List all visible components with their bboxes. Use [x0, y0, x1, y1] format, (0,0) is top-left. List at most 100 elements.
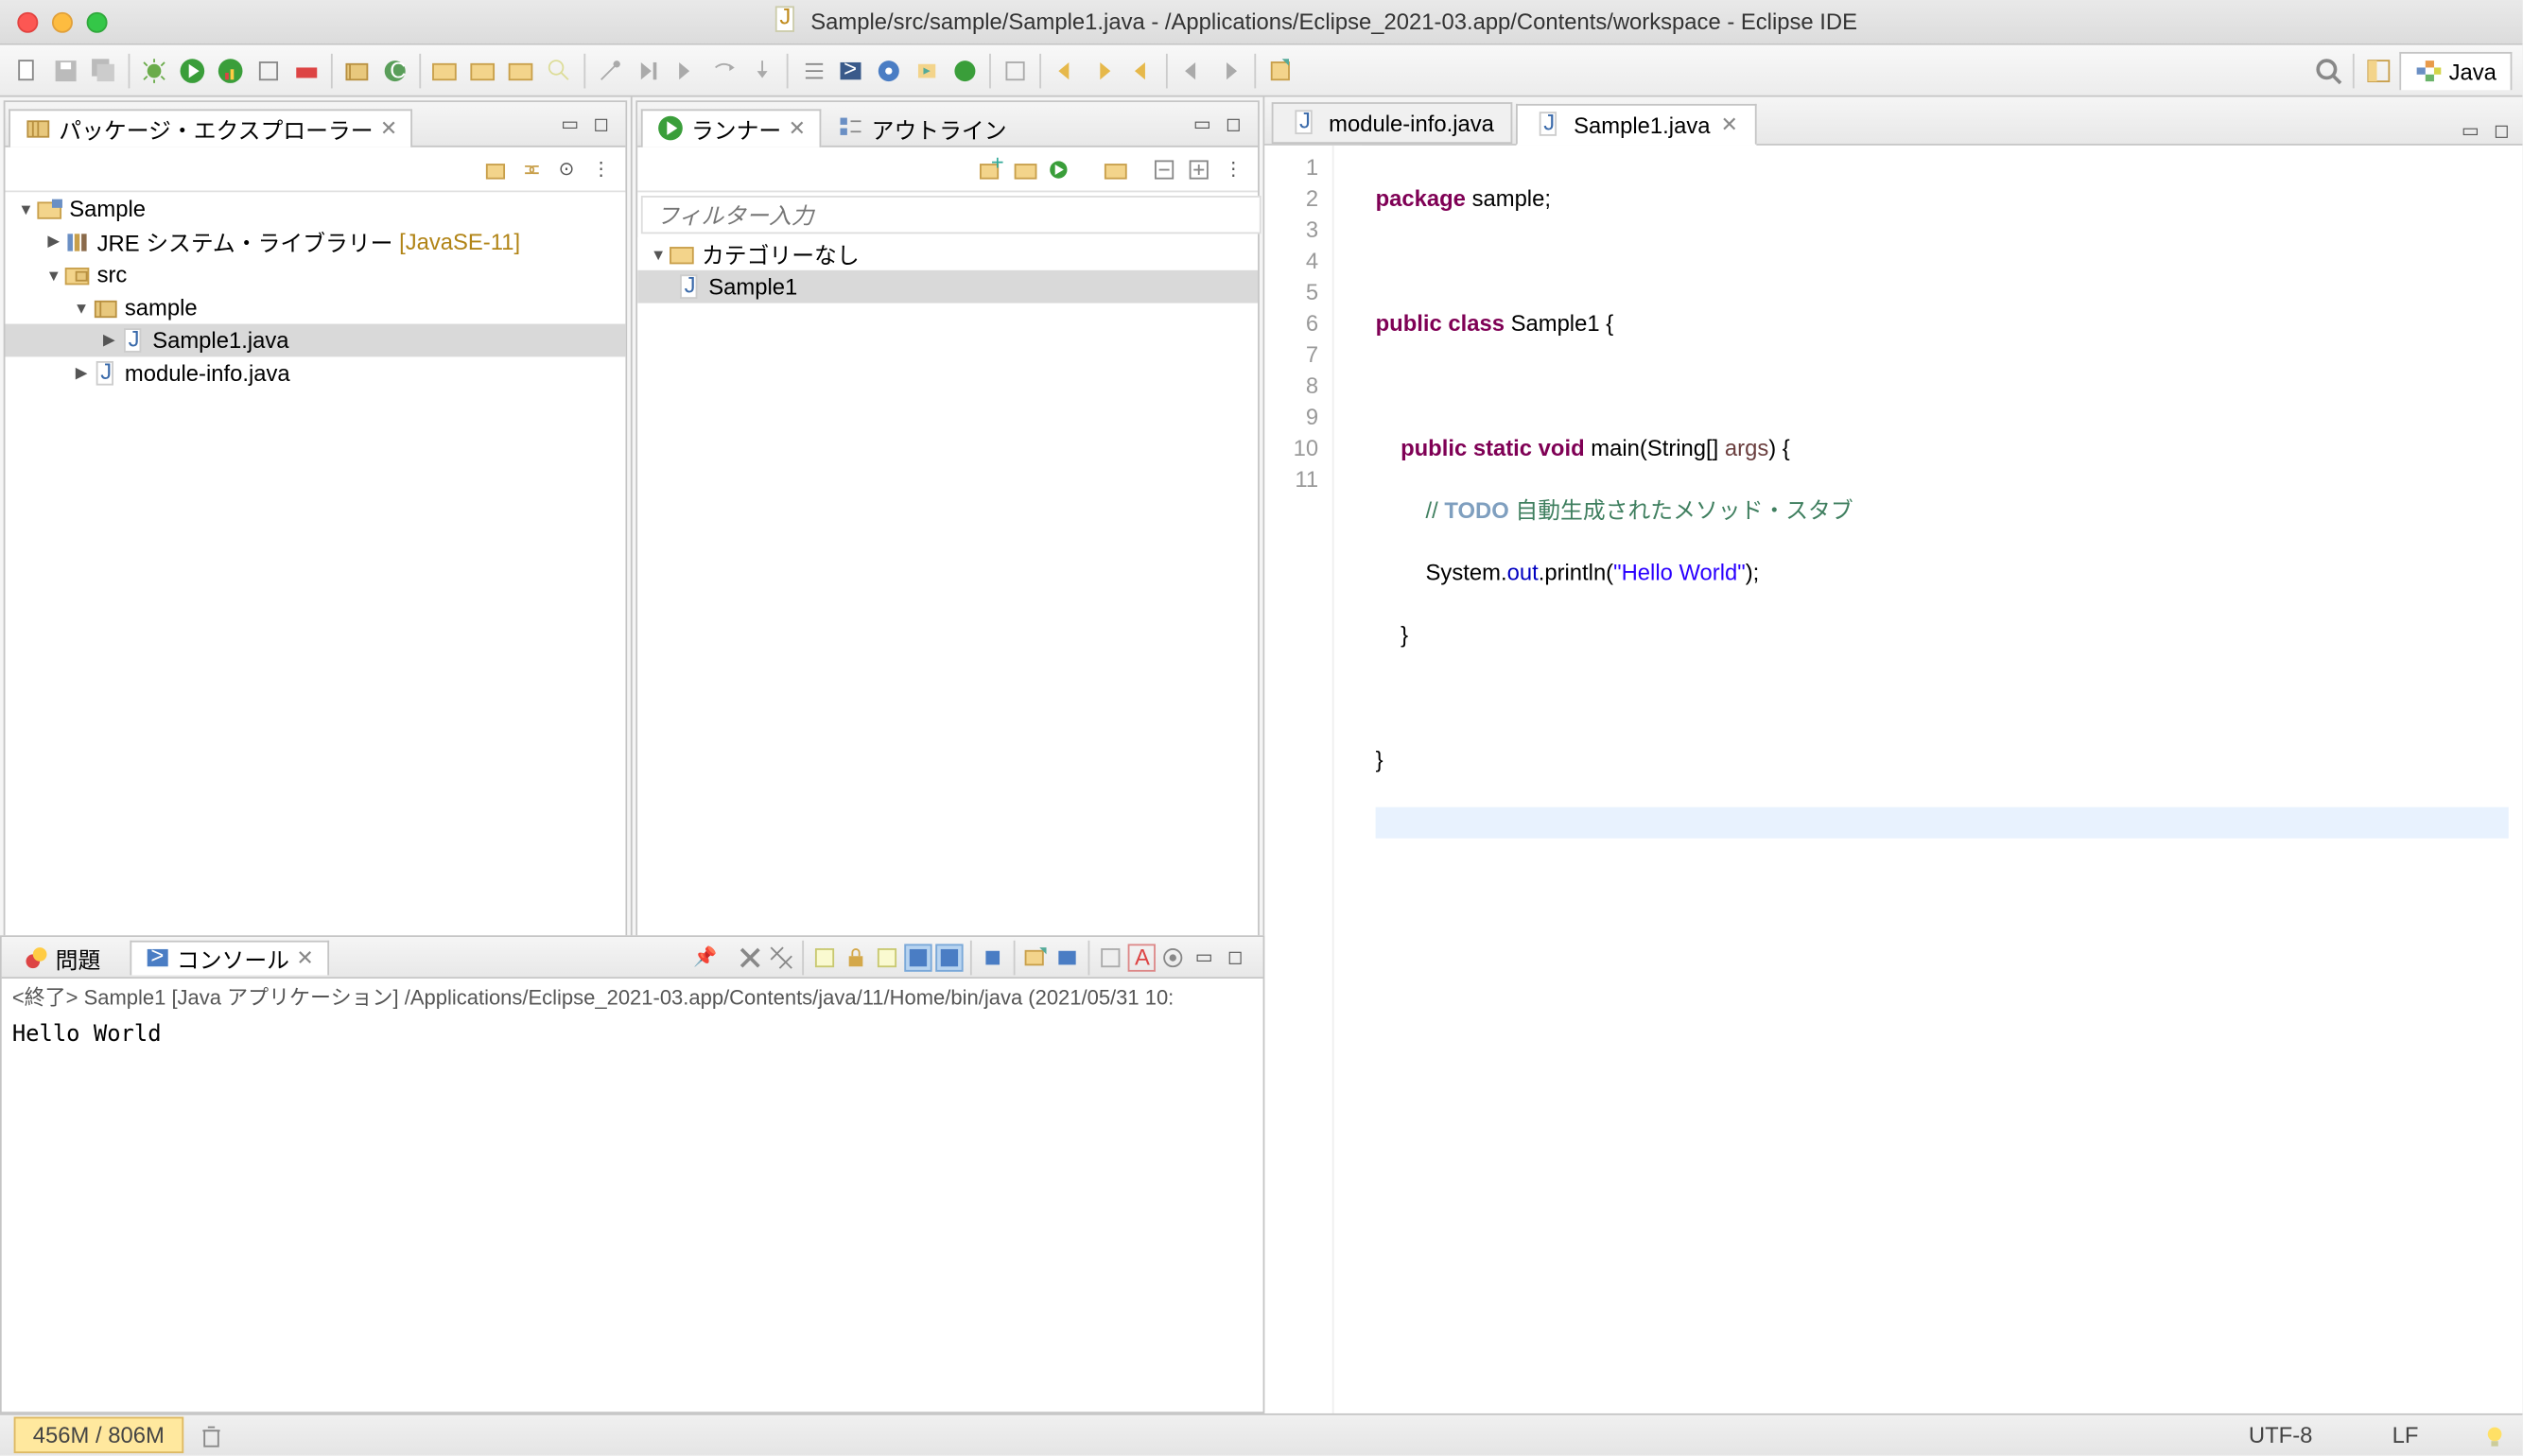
outline-tab[interactable]: アウトライン [822, 109, 1023, 147]
maximize-view-icon[interactable]: ◻ [1220, 110, 1247, 137]
close-icon[interactable]: ✕ [789, 116, 806, 141]
new-icon[interactable] [10, 53, 45, 88]
task-icon[interactable] [998, 53, 1033, 88]
wand-icon[interactable] [593, 53, 628, 88]
debug-icon[interactable] [137, 53, 172, 88]
search-icon[interactable] [542, 53, 577, 88]
maximize-view-icon[interactable]: ◻ [587, 110, 615, 137]
nav-back2-icon[interactable] [1124, 53, 1159, 88]
package-node-icon [92, 294, 119, 321]
tree-package[interactable]: ▼ sample [5, 291, 625, 324]
folder2-icon[interactable] [466, 53, 501, 88]
tip-lightbulb-icon[interactable] [2480, 1421, 2508, 1448]
run-last-icon[interactable] [252, 53, 287, 88]
gear-icon[interactable] [871, 53, 906, 88]
open-perspective-icon[interactable] [2360, 53, 2395, 88]
console-output[interactable]: Hello World [2, 1015, 1263, 1413]
new-launch-icon[interactable]: + [977, 155, 1004, 182]
nav-back-icon[interactable] [1048, 53, 1083, 88]
pin-console-icon[interactable]: 📌 [691, 944, 719, 971]
skip2-icon[interactable] [669, 53, 704, 88]
show-console-on-stderr-icon[interactable] [935, 944, 963, 971]
new-class-icon[interactable]: C [377, 53, 412, 88]
link-icon[interactable] [1102, 155, 1129, 182]
save-all-icon[interactable] [87, 53, 122, 88]
problems-tab[interactable]: 問題 [9, 940, 116, 975]
history-back-icon[interactable] [1174, 53, 1209, 88]
open-folder-icon[interactable] [1012, 155, 1039, 182]
nav-fwd-icon[interactable] [1087, 53, 1122, 88]
tree-moduleinfo[interactable]: ▶ J module-info.java [5, 356, 625, 390]
display-selected-icon[interactable] [1053, 944, 1081, 971]
remove-all-icon[interactable] [768, 944, 795, 971]
coverage-icon[interactable] [213, 53, 248, 88]
fullscreen-window-button[interactable] [87, 11, 108, 32]
skip-icon[interactable] [631, 53, 666, 88]
maximize-console-icon[interactable]: ◻ [1222, 944, 1249, 971]
minimize-view-icon[interactable]: ▭ [556, 110, 583, 137]
terminal-icon[interactable]: > [833, 53, 868, 88]
minimize-view-icon[interactable]: ▭ [1189, 110, 1216, 137]
view-menu-icon[interactable]: ⋮ [587, 155, 615, 182]
linesep-status[interactable]: LF [2392, 1422, 2419, 1447]
ext-tools-icon[interactable] [289, 53, 324, 88]
runner-item[interactable]: J Sample1 [637, 270, 1258, 303]
gc-trash-icon[interactable] [198, 1421, 225, 1448]
minimize-console-icon[interactable]: ▭ [1191, 944, 1218, 971]
expand-icon[interactable] [1185, 155, 1212, 182]
quick-access-icon[interactable] [2310, 53, 2345, 88]
clear-console-icon[interactable] [810, 944, 838, 971]
open-console-icon[interactable] [1022, 944, 1050, 971]
close-tab-icon[interactable]: ✕ [1720, 113, 1737, 137]
runner-filter-input[interactable] [641, 196, 1262, 234]
runner-category[interactable]: ▼ カテゴリーなし [637, 237, 1258, 270]
close-icon[interactable]: ✕ [380, 116, 397, 141]
history-fwd-icon[interactable] [1212, 53, 1247, 88]
close-window-button[interactable] [17, 11, 38, 32]
runner-tab[interactable]: ランナー ✕ [641, 109, 822, 147]
tree-sample1[interactable]: ▶ J Sample1.java [5, 324, 625, 357]
package-explorer-tab[interactable]: パッケージ・エクスプローラー ✕ [9, 109, 413, 147]
console-tab[interactable]: > コンソール ✕ [130, 940, 329, 975]
export-icon[interactable] [948, 53, 983, 88]
console-settings-icon[interactable] [1159, 944, 1187, 971]
view-menu-icon[interactable]: ⋮ [1220, 155, 1247, 182]
run-icon[interactable] [175, 53, 210, 88]
tree-project[interactable]: ▼ Sample [5, 192, 625, 225]
new-console-icon[interactable] [1097, 944, 1124, 971]
save-icon[interactable] [48, 53, 83, 88]
show-console-on-stdout-icon[interactable] [904, 944, 931, 971]
pin-editor-icon[interactable] [1263, 53, 1298, 88]
new-package-icon[interactable] [339, 53, 374, 88]
link-editor-icon[interactable] [518, 155, 546, 182]
tree-src[interactable]: ▼ src [5, 258, 625, 291]
terminate-icon[interactable] [979, 944, 1006, 971]
collapse-icon[interactable] [1150, 155, 1177, 182]
editor-tab-sample1[interactable]: J Sample1.java ✕ [1517, 104, 1757, 146]
editor-tab-moduleinfo[interactable]: J module-info.java [1272, 102, 1513, 144]
close-icon[interactable]: ✕ [296, 945, 313, 970]
heap-status[interactable]: 456M / 806M [14, 1417, 183, 1453]
word-wrap-icon[interactable] [873, 944, 900, 971]
code-area[interactable]: package sample; public class Sample1 { p… [1362, 146, 2522, 1413]
java-perspective-button[interactable]: Java [2398, 51, 2512, 89]
minimize-window-button[interactable] [52, 11, 73, 32]
collapse-all-icon[interactable] [483, 155, 511, 182]
maximize-editor-icon[interactable]: ◻ [2488, 116, 2515, 144]
stepover-icon[interactable] [706, 53, 741, 88]
code-editor[interactable]: 1 2 3 4 5 6 7 8 9 10 11 package sample; … [1264, 146, 2522, 1413]
svg-text:J: J [1544, 111, 1556, 135]
scroll-lock-icon[interactable] [842, 944, 869, 971]
remove-launch-icon[interactable] [737, 944, 764, 971]
stepin-icon[interactable] [745, 53, 780, 88]
toggle-activate-icon[interactable]: A [1128, 944, 1156, 971]
outdent-icon[interactable] [795, 53, 830, 88]
open-type-icon[interactable] [428, 53, 463, 88]
minimize-editor-icon[interactable]: ▭ [2457, 116, 2484, 144]
focus-icon[interactable]: ⊙ [552, 155, 580, 182]
folder3-icon[interactable] [504, 53, 539, 88]
run-dropdown-icon[interactable] [1047, 155, 1074, 182]
import-icon[interactable] [910, 53, 945, 88]
tree-jre[interactable]: ▶ JRE システム・ライブラリー [JavaSE-11] [5, 225, 625, 258]
encoding-status[interactable]: UTF-8 [2249, 1422, 2312, 1447]
